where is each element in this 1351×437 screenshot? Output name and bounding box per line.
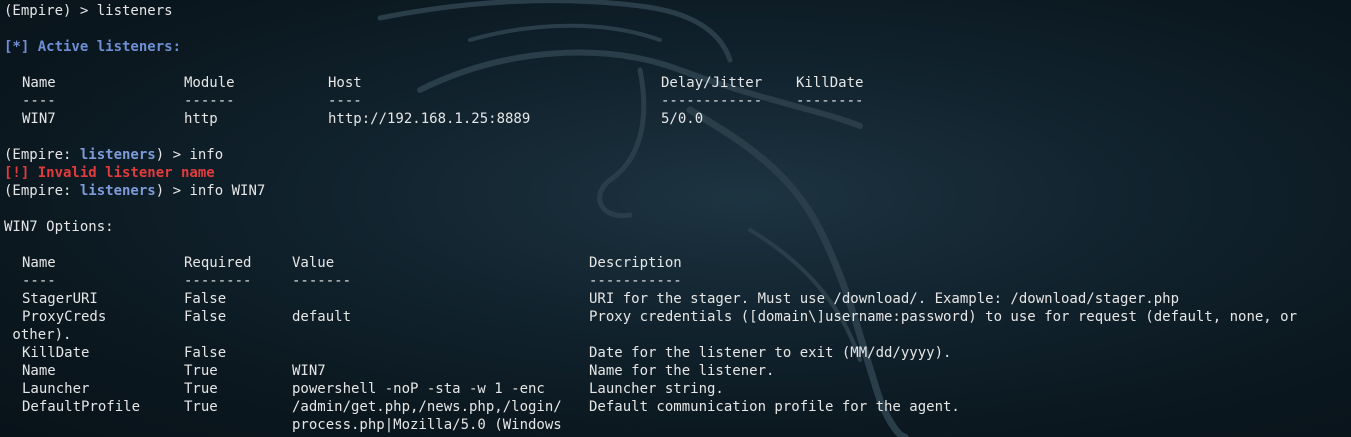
table-row-wrap: process.php|Mozilla/5.0 (Windows xyxy=(292,417,562,433)
table-row: Name True WIN7 Name for the listener. xyxy=(22,363,775,379)
options-title: WIN7 Options: xyxy=(4,219,114,235)
table-row: ProxyCreds False default Proxy credentia… xyxy=(22,309,1298,325)
options-table-header: Name Required Value Description xyxy=(22,255,682,271)
table-row: Launcher True powershell -noP -sta -w 1 … xyxy=(22,381,724,397)
table-row: WIN7 http http://192.168.1.25:8889 5/0.0 xyxy=(22,111,704,127)
listeners-table-separator: ---- ------ ---- ------------ -------- xyxy=(22,93,864,109)
table-row: KillDate False Date for the listener to … xyxy=(22,345,952,361)
command-line: (Empire) > listeners xyxy=(4,3,173,19)
active-listeners-header: [*] Active listeners: xyxy=(4,39,182,55)
table-row: DefaultProfile True /admin/get.php,/news… xyxy=(22,399,960,415)
listeners-table-header: Name Module Host Delay/Jitter KillDate xyxy=(22,75,864,91)
table-row: StagerURI False URI for the stager. Must… xyxy=(22,291,1180,307)
error-message: [!] Invalid listener name xyxy=(4,165,215,181)
terminal-window[interactable]: (Empire) > listeners [*] Active listener… xyxy=(0,0,1351,437)
options-table-separator: ---- -------- ------- ----------- xyxy=(22,273,682,289)
terminal-output: (Empire) > listeners [*] Active listener… xyxy=(4,2,1351,434)
command-line: (Empire: listeners) > info WIN7 xyxy=(4,183,266,199)
command-line: (Empire: listeners) > info xyxy=(4,147,224,163)
table-row-wrap: other). xyxy=(4,327,72,343)
